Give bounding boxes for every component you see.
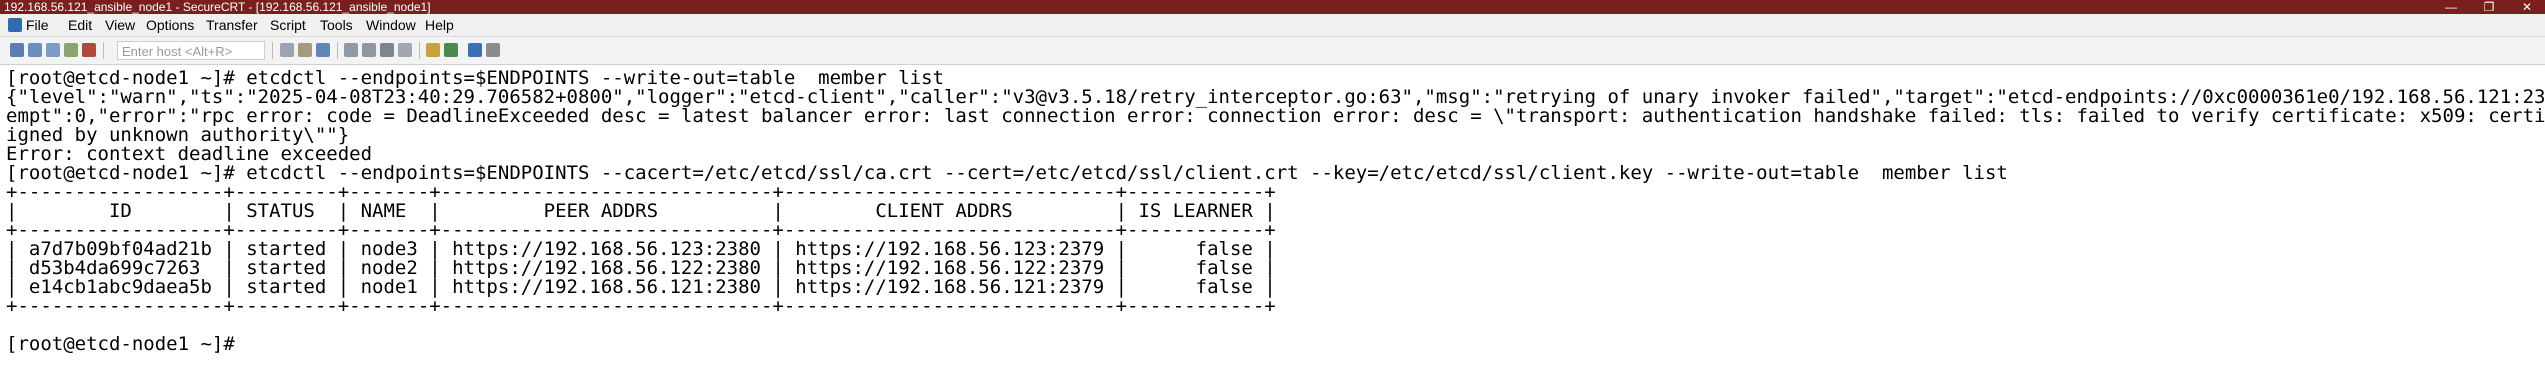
menu-window[interactable]: Window	[366, 17, 416, 33]
menu-edit[interactable]: Edit	[68, 17, 92, 33]
paste-icon[interactable]	[298, 43, 312, 57]
terminal-line: empt":0,"error":"rpc error: code = Deadl…	[6, 105, 2545, 127]
menu-transfer[interactable]: Transfer	[206, 17, 258, 33]
shell-prompt: [root@etcd-node1 ~]#	[6, 333, 235, 355]
copy-icon[interactable]	[280, 43, 294, 57]
table-border: +------------------+---------+-------+--…	[6, 295, 1276, 317]
toolbar-separator	[272, 42, 273, 59]
quick-connect-icon[interactable]	[28, 43, 42, 57]
sftp-icon[interactable]	[444, 43, 458, 57]
settings-icon[interactable]	[362, 43, 376, 57]
toolbar: Enter host <Alt+R>	[0, 37, 2545, 65]
close-button[interactable]: ✕	[2510, 0, 2544, 14]
reconnect-icon[interactable]	[64, 43, 78, 57]
menu-tools[interactable]: Tools	[320, 17, 353, 33]
title-bar: 192.168.56.121_ansible_node1 - SecureCRT…	[0, 0, 2545, 14]
menu-view[interactable]: View	[105, 17, 135, 33]
window-title: 192.168.56.121_ansible_node1 - SecureCRT…	[4, 0, 431, 14]
app-icon[interactable]	[8, 18, 22, 32]
options-icon[interactable]	[380, 43, 394, 57]
toolbar-separator	[337, 42, 338, 59]
tools-icon[interactable]	[426, 43, 440, 57]
toolbar-separator	[419, 42, 420, 59]
menu-options[interactable]: Options	[146, 17, 194, 33]
menu-help[interactable]: Help	[425, 17, 454, 33]
restore-button[interactable]: ❐	[2472, 0, 2506, 14]
menu-file[interactable]: File	[26, 17, 49, 33]
terminal-output[interactable]: [root@etcd-node1 ~]# etcdctl --endpoints…	[0, 65, 2545, 376]
minimize-button[interactable]: —	[2434, 0, 2468, 14]
keymap-icon[interactable]	[398, 43, 412, 57]
find-icon[interactable]	[316, 43, 330, 57]
menu-script[interactable]: Script	[270, 17, 306, 33]
connect-icon[interactable]	[10, 43, 24, 57]
disconnect-icon[interactable]	[82, 43, 96, 57]
options-icon[interactable]	[486, 43, 500, 57]
new-tab-icon[interactable]	[46, 43, 60, 57]
host-input[interactable]: Enter host <Alt+R>	[117, 41, 265, 60]
toolbar-separator	[103, 42, 104, 59]
menu-bar: File Edit View Options Transfer Script T…	[0, 14, 2545, 37]
help-icon[interactable]	[468, 43, 482, 57]
print-icon[interactable]	[344, 43, 358, 57]
